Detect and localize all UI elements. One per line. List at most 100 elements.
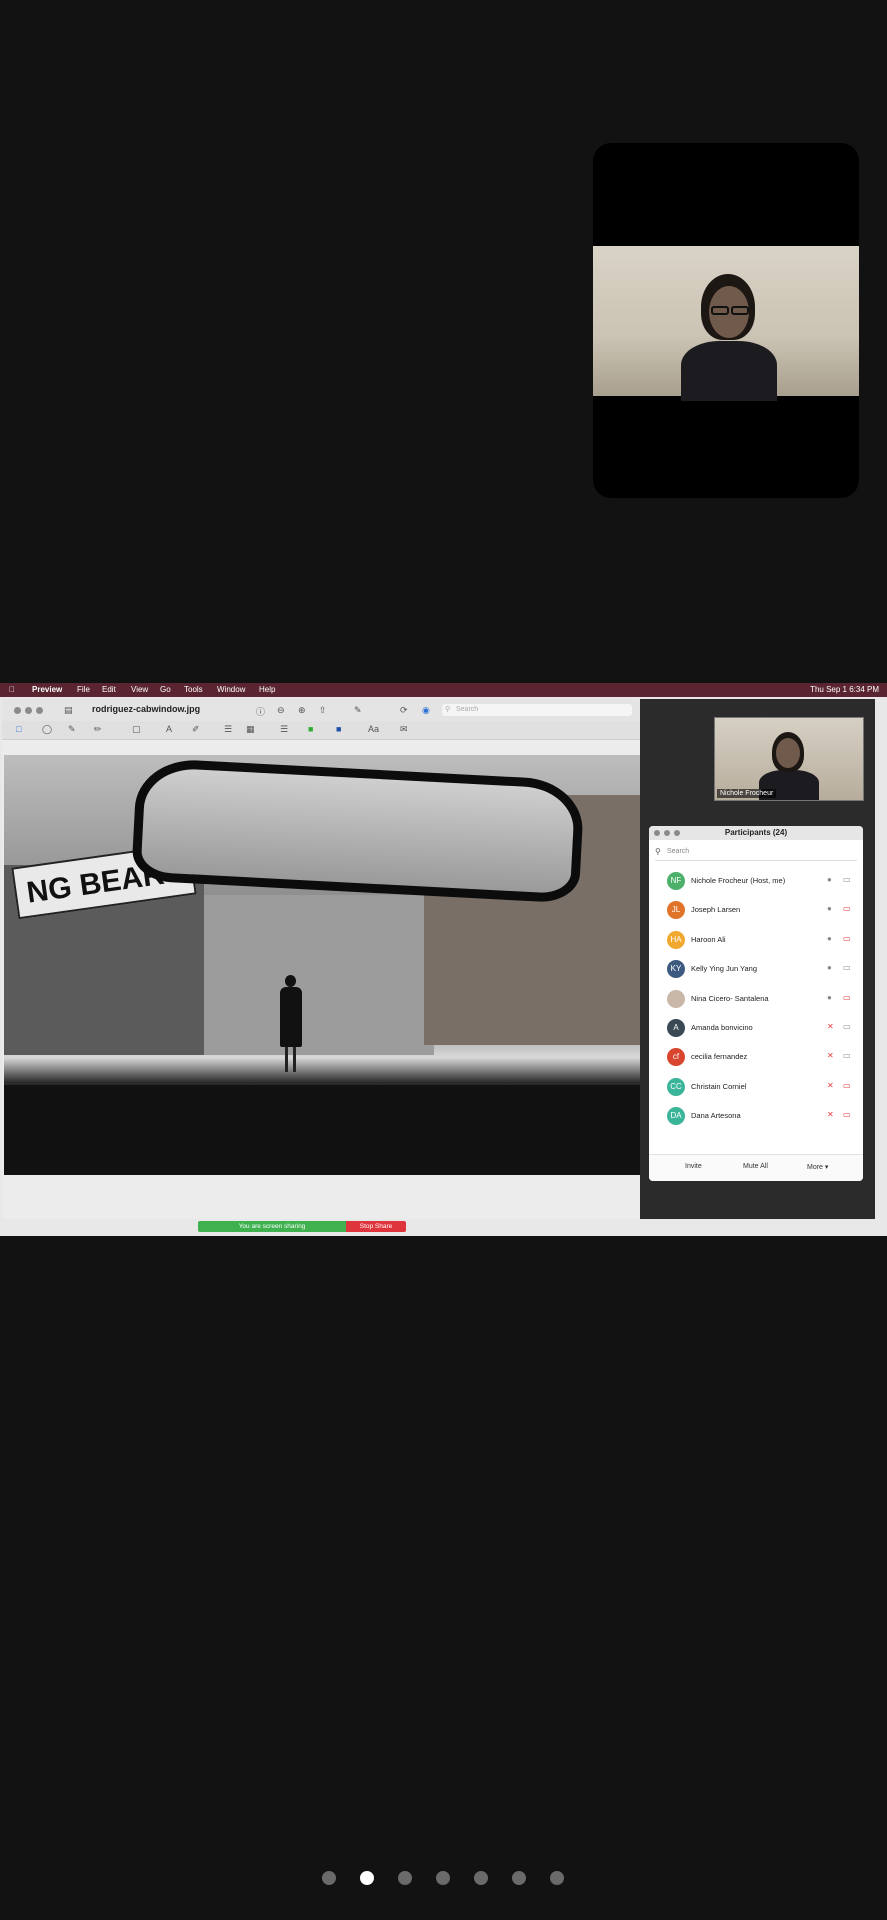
zoom-side-panel: Nichole Frocheur Participants (24) ⚲ Sea… <box>640 699 875 1219</box>
participant-name: Dana Artesona <box>691 1111 741 1121</box>
page-dot[interactable] <box>474 1871 488 1885</box>
participant-name: Nichole Frocheur (Host, me) <box>691 876 786 885</box>
video-icon[interactable]: ▭ <box>843 1022 851 1031</box>
mic-muted-icon[interactable]: ✕ <box>827 1081 834 1090</box>
text-icon[interactable]: A <box>166 724 172 734</box>
participants-title: Participants (24) <box>724 828 788 837</box>
mic-icon[interactable]: ● <box>827 993 832 1002</box>
draw-icon[interactable]: ✏ <box>94 724 102 735</box>
shapes-icon[interactable]: ▢ <box>132 724 141 735</box>
zoom-in-icon[interactable]: ⊕ <box>298 705 306 716</box>
participants-footer: Invite Mute All More ▾ <box>649 1154 863 1181</box>
participant-row[interactable]: KY Kelly Ying Jun Yang ● ▭ <box>649 953 863 982</box>
border-color-icon[interactable]: ■ <box>308 724 313 734</box>
menu-window[interactable]: Window <box>217 683 245 697</box>
close-button[interactable] <box>14 707 21 714</box>
info-icon[interactable]: ⓘ <box>256 705 265 718</box>
zoom-button[interactable] <box>674 830 680 836</box>
zoom-out-icon[interactable]: ⊖ <box>277 705 285 716</box>
participant-row[interactable]: NF Nichole Frocheur (Host, me) ● ▭ <box>649 865 863 894</box>
mic-icon[interactable]: ● <box>827 963 832 972</box>
more-button[interactable]: More ▾ <box>807 1163 828 1171</box>
select-icon[interactable]: □ <box>16 724 21 734</box>
avatar: NF <box>667 872 685 890</box>
mic-muted-icon[interactable]: ✕ <box>827 1110 834 1119</box>
stop-share-button[interactable]: Stop Share <box>346 1221 406 1232</box>
fill-color-icon[interactable]: ■ <box>336 724 341 734</box>
sketch-icon[interactable]: ✎ <box>68 724 76 735</box>
page-dot[interactable] <box>436 1871 450 1885</box>
mic-icon[interactable]: ● <box>827 904 832 913</box>
preview-window: ▤ rodriguez-cabwindow.jpg ⓘ ⊖ ⊕ ⇧ ✎ ⟳ ◉ … <box>2 699 640 1219</box>
lasso-icon[interactable]: ◯ <box>42 724 52 735</box>
menu-edit[interactable]: Edit <box>102 683 116 697</box>
person-body <box>681 341 777 401</box>
page-dot[interactable] <box>360 1871 374 1885</box>
participant-row[interactable]: CC Christain Corniel ✕ ▭ <box>649 1071 863 1100</box>
menu-go[interactable]: Go <box>160 683 171 697</box>
video-off-icon[interactable]: ▭ <box>843 934 851 943</box>
video-icon[interactable]: ▭ <box>843 1051 851 1060</box>
page-dot[interactable] <box>322 1871 336 1885</box>
menu-tools[interactable]: Tools <box>184 683 203 697</box>
mute-all-button[interactable]: Mute All <box>743 1163 768 1170</box>
self-video-feed <box>593 246 859 401</box>
video-icon[interactable]: ▭ <box>843 875 851 884</box>
markup-pen-icon[interactable]: ✎ <box>354 705 362 716</box>
glasses <box>731 306 749 315</box>
text-style-icon[interactable]: Aa <box>368 724 379 734</box>
rearview-mirror <box>131 757 585 904</box>
page-dot[interactable] <box>398 1871 412 1885</box>
video-icon[interactable]: ▭ <box>843 963 851 972</box>
markup-icon[interactable]: ◉ <box>422 705 430 716</box>
adjust-size-icon[interactable]: ▦ <box>246 724 255 735</box>
search-icon: ⚲ <box>445 706 451 713</box>
participant-row[interactable]: Nina Cicero- Santalena ● ▭ <box>649 983 863 1012</box>
page-dot[interactable] <box>512 1871 526 1885</box>
adjust-color-icon[interactable]: ☰ <box>224 724 232 735</box>
shape-style-icon[interactable]: ☰ <box>280 724 288 735</box>
invite-button[interactable]: Invite <box>685 1163 702 1170</box>
participant-name: Christain Corniel <box>691 1081 747 1091</box>
minimize-button[interactable] <box>25 707 32 714</box>
minimize-button[interactable] <box>664 830 670 836</box>
participant-name: Nina Cicero- Santalena <box>691 993 769 1003</box>
video-off-icon[interactable]: ▭ <box>843 993 851 1002</box>
pedestrian <box>277 975 303 1075</box>
menu-help[interactable]: Help <box>259 683 275 697</box>
participant-row[interactable]: A Amanda bonvicino ✕ ▭ <box>649 1012 863 1041</box>
participant-row[interactable]: HA Haroon Ali ● ▭ <box>649 924 863 953</box>
zoom-button[interactable] <box>36 707 43 714</box>
menu-file[interactable]: File <box>77 683 90 697</box>
mic-muted-icon[interactable]: ✕ <box>827 1051 834 1060</box>
share-icon[interactable]: ⇧ <box>319 705 327 716</box>
annotate-icon[interactable]: ✉ <box>400 724 408 735</box>
mic-icon[interactable]: ● <box>827 875 832 884</box>
mic-muted-icon[interactable]: ✕ <box>827 1022 834 1031</box>
participants-search-input[interactable]: ⚲ Search <box>655 844 857 861</box>
apple-icon[interactable]:  <box>9 683 15 697</box>
participant-row[interactable]: DA Dana Artesona ✕ ▭ <box>649 1100 863 1129</box>
preview-toolbar: ▤ rodriguez-cabwindow.jpg ⓘ ⊖ ⊕ ⇧ ✎ ⟳ ◉ … <box>2 699 640 721</box>
cab-window-photo: NG BEAR <box>4 755 640 1175</box>
page-dot[interactable] <box>550 1871 564 1885</box>
self-video-tile[interactable] <box>593 143 859 498</box>
taxi-dashboard <box>4 1085 640 1175</box>
rotate-icon[interactable]: ⟳ <box>400 705 408 716</box>
sign-icon[interactable]: ✐ <box>192 724 200 735</box>
menubar-clock: Thu Sep 1 6:34 PM <box>810 685 879 694</box>
shared-screen:  Preview File Edit View Go Tools Window… <box>0 683 887 1236</box>
video-off-icon[interactable]: ▭ <box>843 1081 851 1090</box>
mic-icon[interactable]: ● <box>827 934 832 943</box>
menu-view[interactable]: View <box>131 683 148 697</box>
video-off-icon[interactable]: ▭ <box>843 904 851 913</box>
preview-search-input[interactable]: ⚲ Search <box>442 704 632 716</box>
menu-preview[interactable]: Preview <box>32 683 62 697</box>
sidebar-icon[interactable]: ▤ <box>64 705 73 716</box>
participant-row[interactable]: JL Joseph Larsen ● ▭ <box>649 894 863 923</box>
video-off-icon[interactable]: ▭ <box>843 1110 851 1119</box>
speaker-thumbnail[interactable]: Nichole Frocheur <box>714 717 864 801</box>
participant-row[interactable]: cf cecilia fernandez ✕ ▭ <box>649 1041 863 1070</box>
close-button[interactable] <box>654 830 660 836</box>
avatar: DA <box>667 1107 685 1126</box>
